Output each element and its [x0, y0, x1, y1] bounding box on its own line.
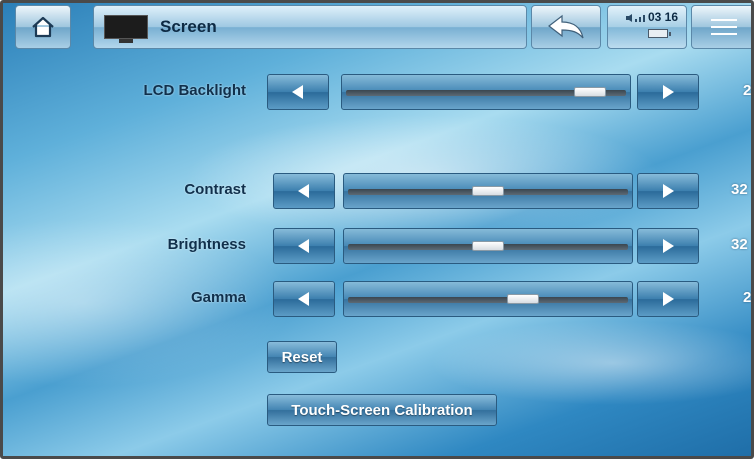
- menu-icon: [711, 19, 737, 35]
- slider-thumb[interactable]: [472, 241, 504, 251]
- clock: 03 16: [648, 10, 679, 24]
- slider-thumb[interactable]: [472, 186, 504, 196]
- top-bar: Screen 03 16: [3, 3, 751, 55]
- screen-icon: [104, 15, 148, 43]
- increase-button[interactable]: [637, 173, 699, 209]
- slider-thumb[interactable]: [506, 294, 539, 304]
- volume-icon: [626, 14, 645, 22]
- decrease-button[interactable]: [273, 173, 335, 209]
- right-arrow-icon: [663, 239, 674, 253]
- page-title: Screen: [160, 17, 217, 36]
- increase-button[interactable]: [637, 228, 699, 264]
- decrease-button[interactable]: [267, 74, 329, 110]
- decrease-button[interactable]: [273, 228, 335, 264]
- right-arrow-icon: [663, 184, 674, 198]
- setting-label: Gamma: [190, 289, 246, 306]
- setting-value: 32: [731, 181, 748, 198]
- back-button[interactable]: [531, 5, 601, 49]
- slider-track[interactable]: [343, 228, 633, 264]
- battery-icon: [648, 29, 671, 38]
- slider-line: [348, 297, 628, 303]
- slider-track[interactable]: [341, 74, 631, 110]
- left-arrow-icon: [292, 85, 303, 99]
- title-panel: Screen: [93, 5, 527, 49]
- menu-button[interactable]: [691, 5, 751, 49]
- increase-button[interactable]: [637, 74, 699, 110]
- setting-value: 32: [731, 236, 748, 253]
- left-arrow-icon: [298, 239, 309, 253]
- slider-track[interactable]: [343, 173, 633, 209]
- left-arrow-icon: [298, 184, 309, 198]
- slider-thumb[interactable]: [574, 87, 607, 97]
- home-button[interactable]: [15, 5, 71, 49]
- device-screen: Screen 03 16 LCD Backlight 2 Contrast 32…: [0, 0, 754, 459]
- setting-value: 2: [743, 289, 752, 306]
- left-arrow-icon: [298, 292, 309, 306]
- increase-button[interactable]: [637, 281, 699, 317]
- back-arrow-icon: [548, 14, 584, 39]
- setting-label: LCD Backlight: [143, 82, 246, 99]
- slider-track[interactable]: [343, 281, 633, 317]
- right-arrow-icon: [663, 292, 674, 306]
- right-arrow-icon: [663, 85, 674, 99]
- home-icon: [32, 16, 54, 38]
- setting-label: Contrast: [184, 181, 246, 198]
- decrease-button[interactable]: [273, 281, 335, 317]
- reset-button[interactable]: Reset: [267, 341, 337, 373]
- touch-screen-calibration-button[interactable]: Touch-Screen Calibration: [267, 394, 497, 426]
- status-panel: 03 16: [607, 5, 687, 49]
- setting-value: 2: [743, 82, 752, 99]
- setting-label: Brightness: [167, 236, 246, 253]
